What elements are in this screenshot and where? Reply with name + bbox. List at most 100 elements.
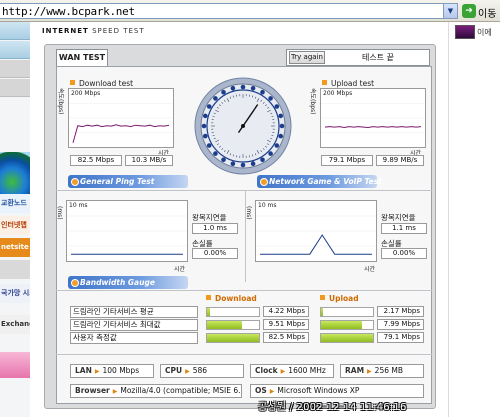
divider bbox=[245, 190, 246, 282]
voip-series bbox=[260, 234, 372, 255]
system-cpu: CPU ▶ 586 bbox=[160, 364, 244, 378]
upload-line bbox=[321, 103, 425, 133]
upload-series bbox=[324, 126, 422, 129]
upload-bar bbox=[320, 307, 374, 317]
left-sidebar: 교환노드 인터넷맵 netsite 국가망 시스템 Exchange bbox=[0, 22, 30, 417]
gauge-tick-dot bbox=[279, 123, 285, 129]
upload-axis-y: 속도(bps) bbox=[309, 88, 316, 115]
gauge-tick-dot bbox=[274, 143, 280, 148]
go-arrow-icon[interactable]: ➜ bbox=[462, 4, 476, 18]
upload-bar-fill bbox=[321, 321, 362, 329]
gauge-tick-dot bbox=[230, 161, 236, 166]
bullet-icon bbox=[70, 80, 75, 85]
system-os: OS ▶ Microsoft Windows XP bbox=[250, 384, 424, 398]
upload-value: 79.1 Mbps bbox=[377, 332, 424, 343]
gauge-tick-dot bbox=[213, 96, 218, 101]
gauge-tick-dot bbox=[260, 89, 265, 95]
bullet-icon bbox=[206, 295, 211, 300]
gauge-tick-dot bbox=[240, 84, 246, 90]
tab-wan-test[interactable]: WAN TEST bbox=[56, 49, 108, 66]
download-scale: 200 Mbps bbox=[71, 90, 101, 97]
gauge-tick-dot bbox=[250, 86, 256, 91]
bullet-icon bbox=[320, 295, 325, 300]
address-text: http://www.bcpark.net bbox=[2, 5, 135, 18]
try-again-button[interactable]: Try again bbox=[289, 51, 325, 64]
arrow-icon: ▶ bbox=[185, 368, 190, 375]
sidebar-item[interactable]: Exchange bbox=[0, 315, 30, 334]
sidebar-tab[interactable] bbox=[0, 60, 30, 78]
sidebar-item[interactable]: netsite bbox=[0, 238, 30, 257]
gauge-dial bbox=[194, 77, 292, 175]
browser-address-bar: http://www.bcpark.net ▼ ➜ 이동 bbox=[0, 0, 500, 22]
address-input[interactable]: http://www.bcpark.net ▼ bbox=[0, 3, 458, 19]
screen: http://www.bcpark.net ▼ ➜ 이동 교환노드 인터넷맵 n… bbox=[0, 0, 500, 417]
ping-graph: 10 ms bbox=[66, 200, 188, 262]
gauge-hub bbox=[241, 124, 245, 128]
sidebar-tab[interactable] bbox=[0, 41, 30, 59]
voip-loss-value: 0.00% bbox=[381, 248, 427, 259]
download-bar-fill bbox=[207, 334, 259, 342]
upload-mbps: 79.1 Mbps bbox=[321, 155, 373, 166]
capture-timestamp: 공성원 / 2002-12-14 11:46:16 bbox=[258, 402, 407, 413]
gauge-tick-dot bbox=[221, 89, 226, 95]
ping-line bbox=[67, 215, 187, 255]
gauge-tick-dot bbox=[230, 86, 236, 91]
system-ram: RAM ▶ 256 MB bbox=[340, 364, 424, 378]
upload-value: 2.17 Mbps bbox=[377, 306, 424, 317]
upload-scale: 200 Mbps bbox=[323, 90, 353, 97]
download-graph: 200 Mbps bbox=[68, 88, 174, 148]
download-bar bbox=[206, 307, 260, 317]
gauge-tick-dot bbox=[278, 133, 283, 139]
app-header-title: SPEED TEST bbox=[92, 27, 145, 35]
arrow-icon: ▶ bbox=[112, 388, 118, 395]
download-column-head: Download bbox=[206, 294, 257, 303]
upload-value: 7.99 Mbps bbox=[377, 319, 424, 330]
ping-axis-y: (ms) bbox=[56, 206, 63, 220]
gauge-tick-dot bbox=[221, 157, 226, 163]
voip-rtt-label: 왕복지연율 bbox=[381, 213, 416, 222]
download-bar-fill bbox=[207, 308, 210, 316]
ping-axis-x: 시간 bbox=[174, 266, 186, 273]
arrow-icon: ▶ bbox=[367, 368, 372, 375]
download-mbs: 10.3 MB/s bbox=[125, 155, 173, 166]
arrow-icon: ▶ bbox=[94, 368, 100, 375]
sidebar-banner[interactable] bbox=[0, 352, 30, 378]
arrow-icon: ▶ bbox=[280, 368, 286, 375]
voip-rtt-value: 1.1 ms bbox=[381, 223, 427, 234]
gauge-tick-dot bbox=[206, 104, 212, 109]
upload-column-head: Upload bbox=[320, 294, 359, 303]
sidebar-item[interactable]: 인터넷맵 bbox=[0, 216, 30, 235]
gauge-tick-dot bbox=[206, 143, 212, 148]
download-series bbox=[72, 124, 170, 143]
sidebar-item[interactable]: 국가망 시스템 bbox=[0, 284, 30, 303]
bullet-icon bbox=[322, 80, 327, 85]
download-value: 82.5 Mbps bbox=[263, 332, 309, 343]
gauge-row-label: 드림라인 기타서비스 최대값 bbox=[70, 319, 198, 331]
download-value: 9.51 Mbps bbox=[263, 319, 309, 330]
download-bar bbox=[206, 320, 260, 330]
go-button[interactable]: 이동 bbox=[478, 5, 496, 20]
gauge-tick-dot bbox=[240, 162, 246, 168]
right-strip-label: 이에 bbox=[477, 28, 492, 37]
speed-gauge bbox=[193, 76, 293, 176]
system-browser: Browser ▶ Mozilla/4.0 (compatible; MSIE 6.… bbox=[70, 384, 242, 398]
upload-bar-fill bbox=[321, 308, 323, 316]
voip-scale: 10 ms bbox=[258, 202, 277, 209]
download-bar-fill bbox=[207, 321, 242, 329]
gauge-tick-dot bbox=[268, 96, 273, 101]
chevron-down-icon[interactable]: ▼ bbox=[443, 4, 457, 18]
arrow-icon: ▶ bbox=[269, 388, 275, 395]
thumbnail-image[interactable] bbox=[455, 25, 475, 39]
sidebar-item[interactable] bbox=[0, 260, 30, 279]
sidebar-tab[interactable] bbox=[0, 79, 30, 97]
sidebar-item[interactable]: 교환노드 bbox=[0, 194, 30, 213]
voip-test-banner: Network Game & VoIP Test bbox=[257, 175, 382, 188]
sidebar-tab[interactable] bbox=[0, 22, 30, 40]
system-lan: LAN ▶ 100 Mbps bbox=[70, 364, 154, 378]
test-status: 테스트 끝 bbox=[362, 53, 394, 62]
gauge-tick-dot bbox=[203, 133, 208, 139]
ping-rtt-label: 왕복지연율 bbox=[192, 213, 227, 222]
ping-scale: 10 ms bbox=[69, 202, 88, 209]
download-line bbox=[69, 103, 173, 143]
gauge-tick-dot bbox=[260, 157, 265, 163]
